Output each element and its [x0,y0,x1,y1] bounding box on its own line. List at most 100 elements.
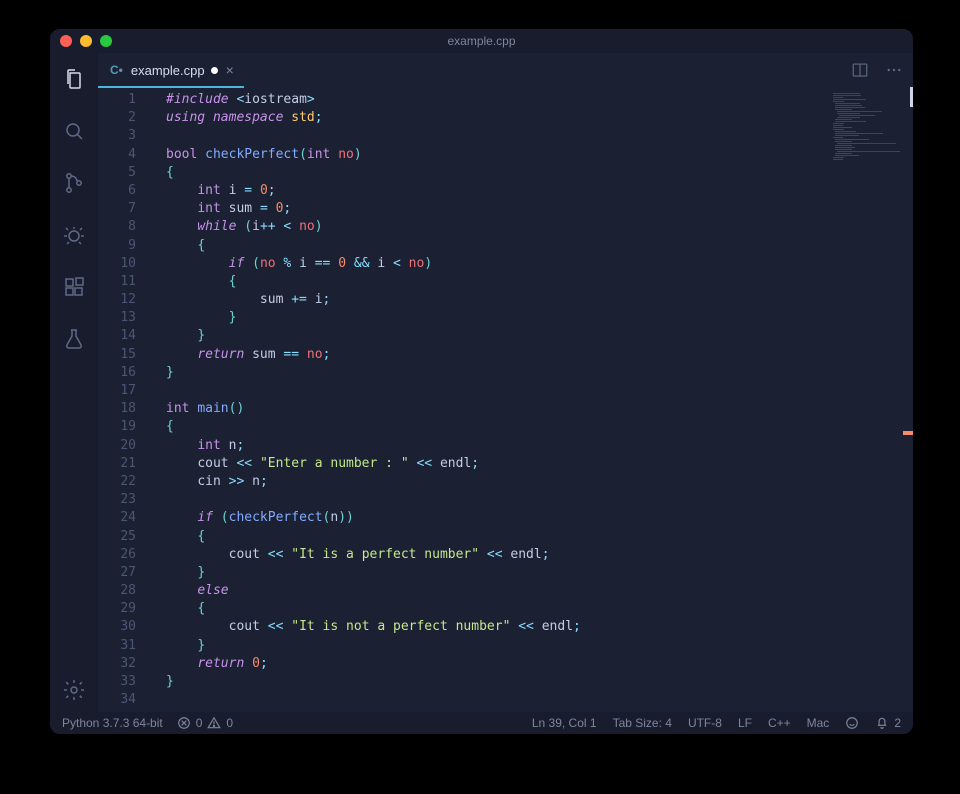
line-content: } [154,564,205,582]
code-line: 15 return sum == no; [98,346,913,364]
code-line: 14 } [98,327,913,345]
line-content: #include <iostream> [154,91,315,109]
code-line: 12 sum += i; [98,291,913,309]
search-icon[interactable] [62,119,86,143]
line-content: sum += i; [154,291,330,309]
editor-tabs: C• example.cpp × [98,53,913,87]
line-content: else [154,582,229,600]
line-number: 28 [98,582,154,600]
line-number: 30 [98,618,154,636]
code-line: 3 [98,127,913,145]
line-content: int n; [154,437,244,455]
line-number: 16 [98,364,154,382]
line-number: 17 [98,382,154,400]
line-content: { [154,237,205,255]
code-line: 21 cout << "Enter a number : " << endl; [98,455,913,473]
code-line: 4bool checkPerfect(int no) [98,146,913,164]
testing-icon[interactable] [62,327,86,351]
warning-icon [207,716,221,730]
line-content [154,691,166,709]
line-content: int i = 0; [154,182,276,200]
close-window-button[interactable] [60,35,72,47]
status-error-count: 0 [196,716,203,730]
line-content: int sum = 0; [154,200,291,218]
line-content: while (i++ < no) [154,218,323,236]
feedback-icon[interactable] [845,716,859,730]
line-number: 11 [98,273,154,291]
minimize-window-button[interactable] [80,35,92,47]
status-language[interactable]: C++ [768,716,791,730]
line-content: { [154,528,205,546]
window-title: example.cpp [447,34,515,48]
code-line: 31 } [98,637,913,655]
line-number: 7 [98,200,154,218]
overview-ruler[interactable] [903,87,913,712]
code-editor[interactable]: 1#include <iostream>2using namespace std… [98,87,913,712]
error-icon [177,716,191,730]
status-cursor[interactable]: Ln 39, Col 1 [532,716,597,730]
split-editor-icon[interactable] [851,61,869,79]
more-actions-icon[interactable] [885,61,903,79]
line-number: 26 [98,546,154,564]
line-content: int main() [154,400,244,418]
code-line: 20 int n; [98,437,913,455]
line-number: 3 [98,127,154,145]
code-line: 2using namespace std; [98,109,913,127]
status-tabsize[interactable]: Tab Size: 4 [613,716,672,730]
status-eol[interactable]: LF [738,716,752,730]
status-notifications[interactable]: 2 [875,716,901,730]
zoom-window-button[interactable] [100,35,112,47]
editor-window: example.cpp [50,29,913,734]
line-content: if (checkPerfect(n)) [154,509,354,527]
line-number: 23 [98,491,154,509]
line-number: 20 [98,437,154,455]
code-line: 1#include <iostream> [98,91,913,109]
settings-gear-icon[interactable] [62,678,86,702]
code-line: 7 int sum = 0; [98,200,913,218]
code-line: 30 cout << "It is not a perfect number" … [98,618,913,636]
status-python-label: Python 3.7.3 64-bit [62,716,163,730]
status-encoding[interactable]: UTF-8 [688,716,722,730]
activity-bar [50,53,98,712]
line-number: 8 [98,218,154,236]
line-content: { [154,273,236,291]
code-line: 24 if (checkPerfect(n)) [98,509,913,527]
cpp-file-icon: C• [110,63,123,77]
line-number: 15 [98,346,154,364]
tab-modified-dot-icon [211,67,218,74]
source-control-icon[interactable] [62,171,86,195]
code-line: 13 } [98,309,913,327]
tab-example-cpp[interactable]: C• example.cpp × [98,53,244,87]
code-line: 19{ [98,418,913,436]
line-number: 5 [98,164,154,182]
line-content: { [154,164,174,182]
line-number: 10 [98,255,154,273]
line-content: return sum == no; [154,346,330,364]
line-number: 2 [98,109,154,127]
line-number: 22 [98,473,154,491]
window-controls [60,29,112,53]
line-number: 33 [98,673,154,691]
status-problems[interactable]: 0 0 [177,716,233,730]
tab-label: example.cpp [131,63,205,78]
line-number: 25 [98,528,154,546]
line-number: 12 [98,291,154,309]
code-line: 23 [98,491,913,509]
line-number: 1 [98,91,154,109]
status-os[interactable]: Mac [807,716,830,730]
line-content: cout << "It is a perfect number" << endl… [154,546,550,564]
line-number: 34 [98,691,154,709]
extensions-icon[interactable] [62,275,86,299]
debug-icon[interactable] [62,223,86,247]
tab-close-icon[interactable]: × [226,63,234,77]
line-content: bool checkPerfect(int no) [154,146,362,164]
line-content: } [154,364,174,382]
status-python[interactable]: Python 3.7.3 64-bit [62,716,163,730]
code-line: 16} [98,364,913,382]
explorer-icon[interactable] [62,67,86,91]
code-line: 22 cin >> n; [98,473,913,491]
code-line: 5{ [98,164,913,182]
line-content [154,491,166,509]
line-content: cout << "It is not a perfect number" << … [154,618,581,636]
line-number: 6 [98,182,154,200]
